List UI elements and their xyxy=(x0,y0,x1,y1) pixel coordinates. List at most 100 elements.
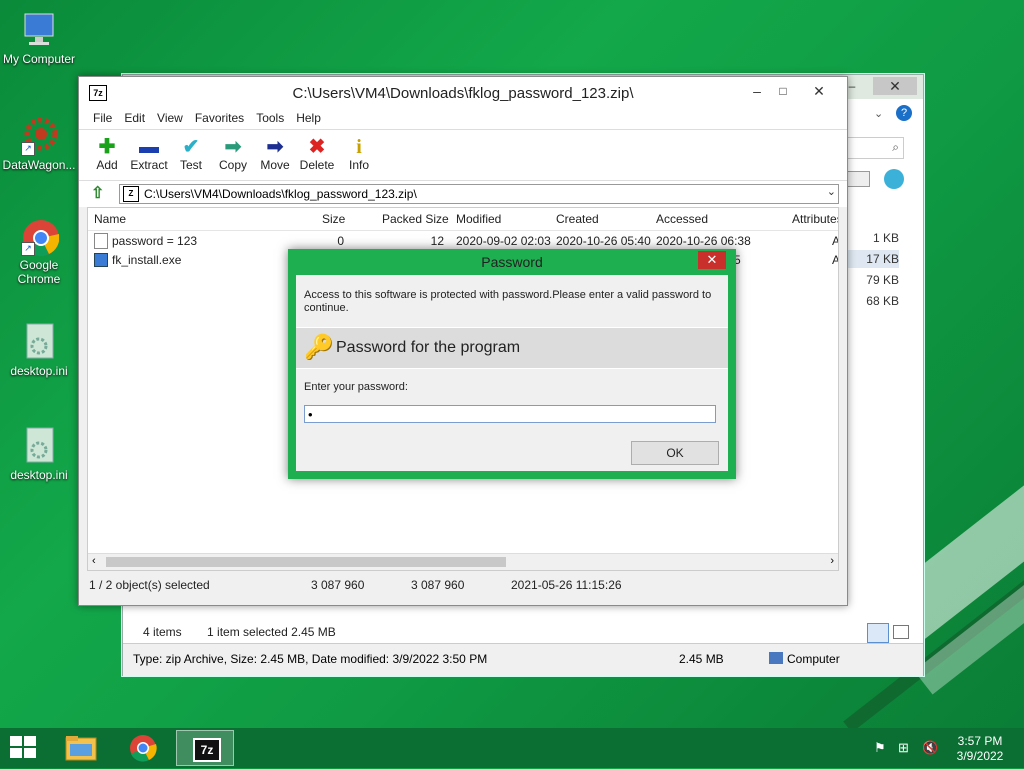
taskbar-google-chrome[interactable] xyxy=(114,730,172,766)
status-size: 3 087 960 xyxy=(311,578,365,592)
row-name: fk_install.exe xyxy=(112,253,182,267)
add-button[interactable]: ✚ Add xyxy=(85,136,129,172)
scroll-left-icon[interactable]: ‹ xyxy=(92,555,96,567)
status-date: 2021-05-26 11:15:26 xyxy=(511,578,622,592)
password-input[interactable]: • xyxy=(304,405,716,423)
menu-favorites[interactable]: Favorites xyxy=(189,107,250,129)
column-modified[interactable]: Modified xyxy=(456,212,501,226)
x-icon: ✖ xyxy=(308,136,326,158)
desktop-icon-label: Google Chrome xyxy=(17,258,61,286)
dialog-header-band: 🔑 Password for the program xyxy=(296,327,728,369)
taskbar-file-explorer[interactable] xyxy=(52,730,110,766)
maximize-button[interactable]: □ xyxy=(773,79,793,103)
up-folder-icon[interactable]: ⇧ xyxy=(91,185,109,203)
desktop-icon-my-computer[interactable]: My Computer xyxy=(0,10,78,66)
tool-label: Move xyxy=(260,158,290,172)
menu-help[interactable]: Help xyxy=(290,107,327,129)
column-accessed[interactable]: Accessed xyxy=(656,212,708,226)
desktop-icon-label: My Computer xyxy=(2,52,76,66)
scrollbar-thumb[interactable] xyxy=(106,557,506,567)
close-button[interactable]: ✕ xyxy=(797,79,841,103)
computer-icon xyxy=(19,10,59,50)
extract-button[interactable]: ▬ Extract xyxy=(127,136,171,172)
chevron-down-icon[interactable]: ⌄ xyxy=(827,185,836,198)
scroll-right-icon[interactable]: › xyxy=(830,555,834,567)
list-header: Name Size Packed Size Modified Created A… xyxy=(88,208,838,231)
large-icons-view-icon[interactable] xyxy=(893,625,909,639)
desktop-icon-desktop-ini[interactable]: desktop.ini xyxy=(0,426,78,482)
key-icon: 🔑 xyxy=(304,334,334,361)
view-pane-icon[interactable] xyxy=(846,171,870,187)
desktop-icon-google-chrome[interactable]: ↗ Google Chrome xyxy=(0,216,78,286)
info-button[interactable]: i Info xyxy=(337,136,381,172)
plus-icon: ✚ xyxy=(98,136,116,158)
copy-button[interactable]: ➡ Copy xyxy=(211,136,255,172)
info-icon: i xyxy=(356,136,362,158)
file-size: 68 KB xyxy=(866,294,899,308)
file-size: 79 KB xyxy=(866,273,899,287)
details-view-icon[interactable] xyxy=(867,623,889,643)
details-location: Computer xyxy=(787,652,840,666)
taskbar-7zip[interactable]: 7z xyxy=(176,730,234,766)
horizontal-scrollbar[interactable]: ‹ › xyxy=(88,553,838,570)
menu-tools[interactable]: Tools xyxy=(250,107,290,129)
chevron-down-icon[interactable]: ⌄ xyxy=(874,107,883,120)
minimize-button[interactable]: – xyxy=(747,79,767,103)
close-button[interactable]: ✕ xyxy=(873,77,917,95)
folder-icon xyxy=(65,736,97,761)
column-attributes[interactable]: Attributes xyxy=(792,212,838,226)
status-bar: 1 / 2 object(s) selected 3 087 960 3 087… xyxy=(87,575,837,595)
shortcut-arrow-icon: ↗ xyxy=(21,142,35,156)
tool-label: Delete xyxy=(299,158,335,172)
delete-button[interactable]: ✖ Delete xyxy=(295,136,339,172)
selected-count: 1 item selected 2.45 MB xyxy=(207,625,336,639)
column-name[interactable]: Name xyxy=(94,212,126,226)
help-icon[interactable]: ? xyxy=(896,105,912,121)
column-size[interactable]: Size xyxy=(322,212,345,226)
column-created[interactable]: Created xyxy=(556,212,599,226)
test-button[interactable]: ✔ Test xyxy=(169,136,213,172)
menu-bar: File Edit View Favorites Tools Help xyxy=(79,107,847,130)
tool-label: Test xyxy=(179,158,202,172)
ok-button[interactable]: OK xyxy=(631,441,719,465)
start-button[interactable] xyxy=(10,736,38,760)
chrome-icon: ↗ xyxy=(19,216,60,256)
search-input[interactable]: ⌕ xyxy=(846,137,904,159)
clock-date: 3/9/2022 xyxy=(956,749,1004,763)
row-attributes: A xyxy=(832,234,838,248)
row-name: password = 123 xyxy=(112,234,198,248)
desktop-icon-label: desktop.ini xyxy=(10,468,68,482)
explorer-status-items: 4 items 1 item selected 2.45 MB xyxy=(143,625,336,639)
shell-icon[interactable] xyxy=(884,169,904,189)
dialog-header: Password for the program xyxy=(336,339,521,356)
taskbar: 7z ⚑ ⊞ 🔇 3:57 PM 3/9/2022 xyxy=(0,728,1024,768)
exe-file-icon xyxy=(94,253,108,267)
row-packed: 12 xyxy=(430,234,444,248)
tool-label: Info xyxy=(348,158,369,172)
menu-view[interactable]: View xyxy=(151,107,189,129)
dialog-title: Password xyxy=(481,254,543,270)
column-packed-size[interactable]: Packed Size xyxy=(382,212,449,226)
desktop-icon-desktop-ini[interactable]: desktop.ini xyxy=(0,322,78,378)
dialog-message: Access to this software is protected wit… xyxy=(304,289,712,314)
tool-label: Add xyxy=(96,158,118,172)
menu-file[interactable]: File xyxy=(87,107,118,129)
close-button[interactable]: ✕ xyxy=(698,251,726,269)
volume-icon[interactable]: 🔇 xyxy=(922,740,938,756)
system-clock[interactable]: 3:57 PM 3/9/2022 xyxy=(944,734,1016,764)
copy-arrow-icon: ➡ xyxy=(224,136,242,158)
network-icon[interactable]: ⊞ xyxy=(898,740,909,756)
table-row[interactable]: password = 123 0 12 2020-09-02 02:03 202… xyxy=(88,231,838,250)
status-selected: 1 / 2 object(s) selected xyxy=(89,578,210,592)
zip-icon: Z xyxy=(123,186,139,202)
desktop-icon-datawagon[interactable]: ↗ DataWagon... xyxy=(0,116,78,172)
settings-file-icon xyxy=(19,426,59,466)
flag-icon[interactable]: ⚑ xyxy=(874,740,886,756)
item-count: 4 items xyxy=(143,625,182,639)
address-field[interactable]: Z C:\Users\VM4\Downloads\fklog_password_… xyxy=(119,184,839,204)
menu-edit[interactable]: Edit xyxy=(118,107,151,129)
move-button[interactable]: ➡ Move xyxy=(253,136,297,172)
address-bar: ⇧ Z C:\Users\VM4\Downloads\fklog_passwor… xyxy=(79,180,847,207)
details-size: 2.45 MB xyxy=(679,652,724,666)
clock-time: 3:57 PM xyxy=(957,734,1003,748)
